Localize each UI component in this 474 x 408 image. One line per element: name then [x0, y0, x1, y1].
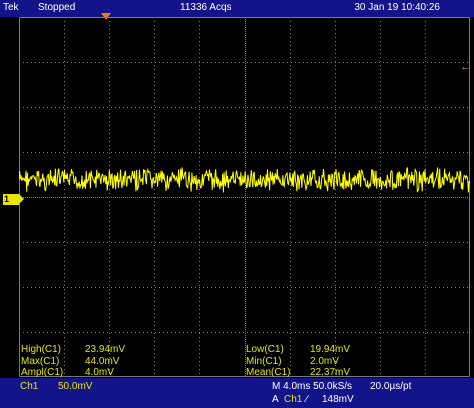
trigger-slope-icon: ∕ — [306, 394, 308, 405]
volts-per-div[interactable]: 50.0mV — [58, 381, 92, 392]
brand-label: Tek — [3, 2, 19, 13]
acquisition-count: 11336 Acqs — [180, 2, 232, 13]
timebase-readout[interactable]: M 4.0ms 50.0kS/s — [272, 381, 352, 392]
channel-1-ground-marker[interactable]: 1 — [3, 194, 24, 205]
sample-interval: 20.0µs/pt — [370, 381, 412, 392]
trigger-level-readout[interactable]: 148mV — [322, 394, 354, 405]
measurement-value: 19.94mV — [310, 344, 351, 355]
top-status-bar: Tek Stopped 11336 Acqs 30 Jan 19 10:40:2… — [0, 0, 474, 17]
bottom-status-bar: Ch1 50.0mV M 4.0ms 50.0kS/s 20.0µs/pt A … — [0, 378, 474, 408]
run-state: Stopped — [38, 2, 76, 13]
trigger-mode: A — [272, 394, 279, 405]
waveform-display — [19, 17, 470, 377]
channel-label[interactable]: Ch1 — [20, 381, 38, 392]
measurement-label: High(C1) — [21, 344, 62, 355]
measurement-label: Low(C1) — [246, 344, 284, 355]
channel-1-trace — [19, 166, 470, 193]
trigger-level-marker[interactable]: ← — [460, 62, 471, 73]
date-time: 30 Jan 19 10:40:26 — [354, 2, 440, 13]
trigger-source[interactable]: Ch1 — [284, 394, 302, 405]
graticule — [19, 17, 470, 377]
measurement-value: 23.94mV — [85, 344, 126, 355]
